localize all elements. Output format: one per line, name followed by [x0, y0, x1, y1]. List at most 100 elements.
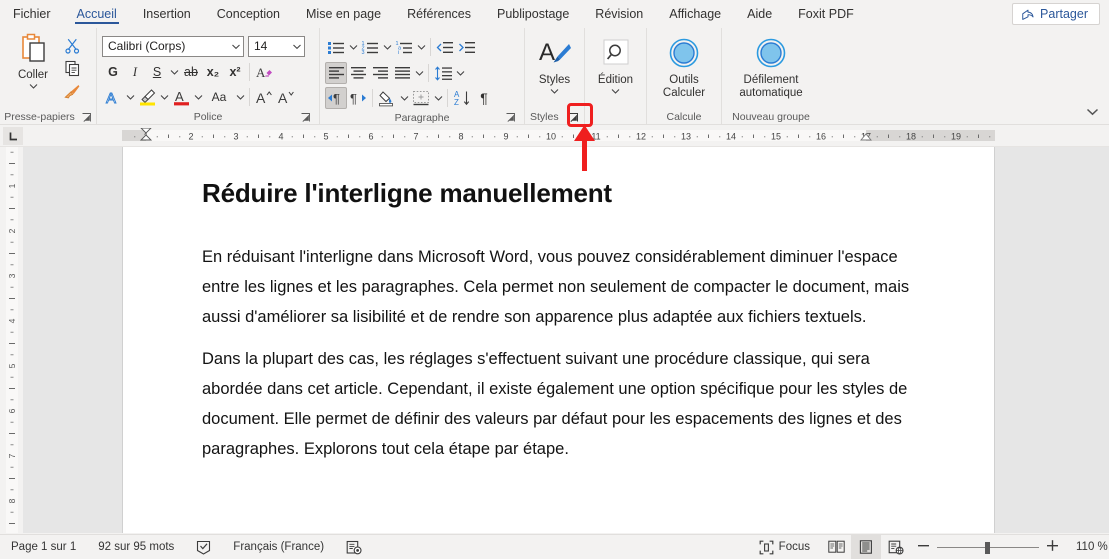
bold-button[interactable]: G — [102, 61, 124, 83]
share-button[interactable]: Partager — [1012, 3, 1100, 25]
zoom-out-button[interactable] — [917, 539, 930, 555]
zoom-slider-thumb[interactable] — [985, 541, 990, 554]
superscript-button[interactable]: x² — [224, 61, 246, 83]
horizontal-ruler[interactable]: 12345678910111213141516171819 — [0, 125, 1109, 147]
justify-button[interactable] — [391, 62, 413, 84]
copy-button[interactable] — [61, 57, 83, 79]
tab-revision[interactable]: Révision — [582, 0, 656, 28]
zoom-in-button[interactable] — [1046, 539, 1059, 555]
chevron-down-icon[interactable] — [550, 88, 559, 94]
tab-accueil[interactable]: Accueil — [64, 0, 130, 28]
tab-publipostage[interactable]: Publipostage — [484, 0, 582, 28]
view-read-mode-button[interactable] — [821, 535, 851, 559]
sort-button[interactable]: A Z — [451, 87, 473, 109]
strikethrough-glyph: ab — [184, 65, 198, 79]
cut-button[interactable] — [61, 34, 83, 56]
zoom-slider[interactable] — [937, 541, 1039, 554]
page-content[interactable]: Réduire l'interligne manuellement En réd… — [123, 147, 994, 464]
chevron-down-icon[interactable] — [29, 83, 38, 89]
multilevel-list-options-button[interactable] — [415, 36, 427, 58]
numbering-options-button[interactable] — [381, 36, 393, 58]
styles-button[interactable]: A Styles — [530, 36, 579, 94]
font-color-options-button[interactable] — [192, 86, 204, 108]
font-picker-row: Calibri (Corps) 14 — [102, 34, 305, 58]
styles-group-body: A Styles — [530, 32, 579, 109]
change-case-options-button[interactable] — [234, 86, 246, 108]
line-spacing-button[interactable] — [432, 62, 454, 84]
focus-mode-button[interactable]: Focus — [748, 535, 821, 559]
view-web-layout-button[interactable] — [881, 535, 911, 559]
borders-button[interactable] — [410, 87, 432, 109]
document-canvas[interactable]: Réduire l'interligne manuellement En réd… — [23, 147, 1109, 533]
grow-font-button[interactable]: A — [253, 86, 275, 108]
paragraph-misc-separator-2 — [447, 89, 448, 107]
text-highlight-options-button[interactable] — [158, 86, 170, 108]
styles-dialog-launcher[interactable] — [568, 111, 579, 124]
vertical-ruler[interactable]: 1 2 3 4 5 6 7 8 — [0, 147, 23, 533]
multilevel-list-button[interactable]: 1 a i — [393, 36, 415, 58]
tab-insertion[interactable]: Insertion — [130, 0, 204, 28]
change-case-button[interactable]: Aa — [204, 86, 234, 108]
status-page-indicator[interactable]: Page 1 sur 1 — [0, 535, 87, 559]
ribbon: Coller Presse-papiers Calibri (Corps) 14… — [0, 28, 1109, 125]
clear-formatting-button[interactable]: A — [253, 61, 275, 83]
text-highlight-button[interactable] — [136, 86, 158, 108]
decrease-indent-button[interactable] — [434, 36, 456, 58]
justify-options-button[interactable] — [413, 62, 425, 84]
shading-options-button[interactable] — [398, 87, 410, 109]
font-color-button[interactable]: A — [170, 86, 192, 108]
numbering-button[interactable]: 1 2 3 — [359, 36, 381, 58]
underline-options-button[interactable] — [168, 61, 180, 83]
font-name-combobox[interactable]: Calibri (Corps) — [102, 35, 244, 57]
tab-stop-selector-button[interactable] — [3, 127, 23, 145]
subscript-button[interactable]: x₂ — [202, 61, 224, 83]
show-formatting-marks-button[interactable]: ¶ — [473, 87, 495, 109]
text-effects-options-button[interactable] — [124, 86, 136, 108]
align-right-button[interactable] — [369, 62, 391, 84]
align-center-button[interactable] — [347, 62, 369, 84]
outils-calculer-button[interactable]: Outils Calculer — [652, 36, 716, 100]
tab-aide[interactable]: Aide — [734, 0, 785, 28]
horizontal-ruler-track[interactable]: 12345678910111213141516171819 — [122, 128, 995, 144]
tab-affichage[interactable]: Affichage — [656, 0, 734, 28]
view-print-layout-button[interactable] — [851, 534, 881, 559]
paragraph-group-label-row: Paragraphe — [325, 110, 519, 125]
svg-text:16: 16 — [816, 132, 826, 142]
line-spacing-options-button[interactable] — [454, 62, 466, 84]
tab-conception[interactable]: Conception — [204, 0, 293, 28]
zoom-level[interactable]: 110 % — [1065, 535, 1109, 559]
shrink-font-button[interactable]: A — [275, 86, 297, 108]
ltr-direction-button[interactable]: ¶ — [325, 87, 347, 109]
bullets-options-button[interactable] — [347, 36, 359, 58]
shading-button[interactable] — [376, 87, 398, 109]
defilement-automatique-button[interactable]: Défilement automatique — [727, 36, 815, 100]
font-size-combobox[interactable]: 14 — [248, 35, 305, 57]
shading-icon — [378, 90, 393, 106]
bullets-button[interactable] — [325, 36, 347, 58]
collapse-ribbon-button[interactable] — [1081, 101, 1103, 123]
tab-foxit-pdf[interactable]: Foxit PDF — [785, 0, 867, 28]
document-page[interactable]: Réduire l'interligne manuellement En réd… — [122, 147, 995, 533]
status-word-count[interactable]: 92 sur 95 mots — [87, 535, 185, 559]
rtl-direction-button[interactable]: ¶ — [347, 87, 369, 109]
clipboard-dialog-launcher[interactable] — [81, 111, 92, 124]
chevron-down-icon[interactable] — [611, 88, 620, 94]
status-language[interactable]: Français (France) — [222, 535, 335, 559]
font-dialog-launcher[interactable] — [299, 111, 312, 124]
status-accessibility-button[interactable] — [335, 535, 373, 559]
tab-fichier[interactable]: Fichier — [0, 0, 64, 28]
status-proofing-button[interactable] — [185, 535, 222, 559]
underline-button[interactable]: S — [146, 61, 168, 83]
editing-button[interactable]: Édition — [590, 36, 641, 94]
format-painter-button[interactable] — [61, 80, 83, 102]
text-effects-button[interactable]: A — [102, 86, 124, 108]
tab-references[interactable]: Références — [394, 0, 484, 28]
tab-mise-en-page[interactable]: Mise en page — [293, 0, 394, 28]
paragraph-dialog-launcher[interactable] — [504, 111, 517, 124]
strikethrough-button[interactable]: ab — [180, 61, 202, 83]
borders-options-button[interactable] — [432, 87, 444, 109]
italic-button[interactable]: I — [124, 61, 146, 83]
increase-indent-button[interactable] — [456, 36, 478, 58]
align-left-button[interactable] — [325, 62, 347, 84]
paste-button[interactable]: Coller — [5, 32, 61, 89]
